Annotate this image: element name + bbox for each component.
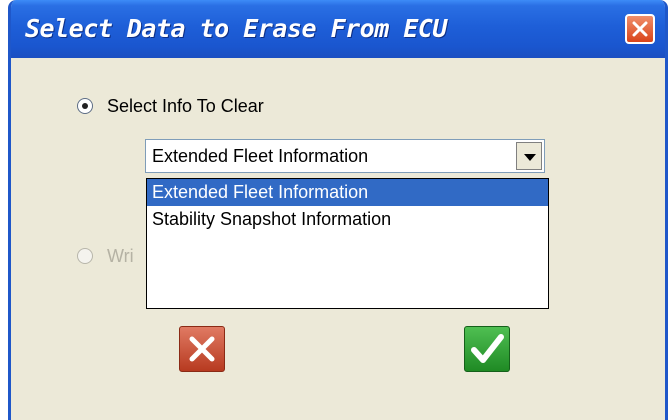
dropdown-list: Extended Fleet Information Stability Sna…	[146, 178, 549, 309]
info-combobox[interactable]: Extended Fleet Information	[145, 139, 545, 173]
dialog-title: Select Data to Erase From ECU	[25, 14, 448, 43]
select-info-label[interactable]: Select Info To Clear	[107, 96, 264, 117]
select-info-radio[interactable]	[77, 98, 93, 114]
ok-button[interactable]	[464, 326, 510, 372]
second-option-radio	[77, 248, 93, 264]
radio-selected-dot	[82, 103, 88, 109]
cancel-button[interactable]	[179, 326, 225, 372]
dialog-window: Select Data to Erase From ECU Select Inf…	[8, 0, 668, 420]
dropdown-option-extended-fleet[interactable]: Extended Fleet Information	[147, 179, 548, 206]
close-button[interactable]	[625, 14, 655, 44]
red-x-icon	[189, 336, 215, 362]
title-bar[interactable]: Select Data to Erase From ECU	[11, 0, 665, 58]
combobox-value: Extended Fleet Information	[152, 146, 369, 166]
dropdown-option-stability-snapshot[interactable]: Stability Snapshot Information	[147, 206, 548, 233]
chevron-down-icon	[524, 154, 536, 161]
dropdown-button[interactable]	[516, 142, 542, 170]
green-checkmark-icon	[471, 334, 504, 363]
close-icon	[632, 21, 648, 37]
second-option-label: Wri	[107, 246, 134, 266]
